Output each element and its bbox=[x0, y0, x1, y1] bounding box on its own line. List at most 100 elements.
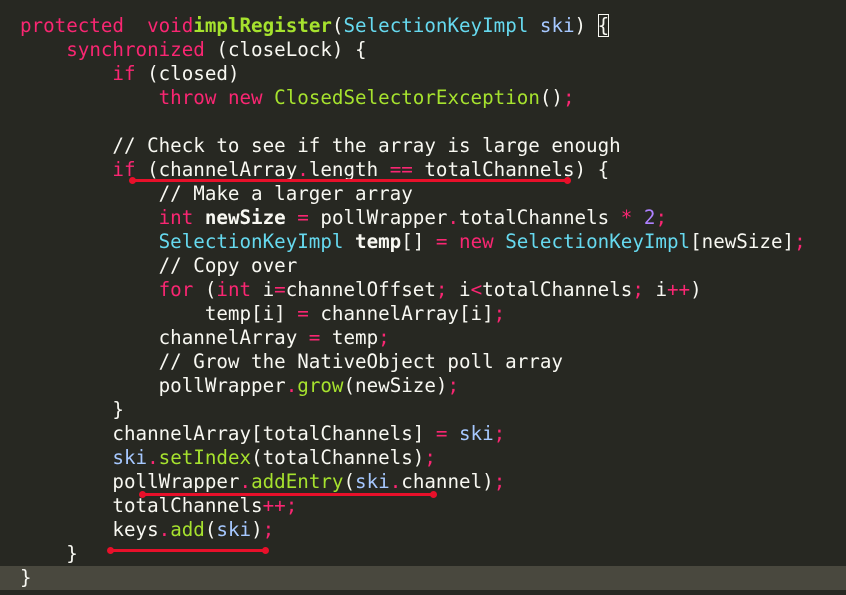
code-token: = bbox=[435, 230, 448, 253]
code-token: ski bbox=[539, 14, 575, 37]
code-line[interactable]: // Grow the NativeObject poll array bbox=[0, 350, 846, 374]
code-token: ; bbox=[424, 446, 436, 469]
code-token: SelectionKeyImpl bbox=[158, 230, 344, 253]
code-token: ski bbox=[355, 470, 390, 493]
code-token: () bbox=[539, 86, 563, 109]
code-line[interactable]: ski.setIndex(totalChannels); bbox=[0, 446, 846, 470]
code-line[interactable]: // Copy over bbox=[0, 254, 846, 278]
code-line[interactable]: } bbox=[0, 566, 846, 590]
code-token: ; bbox=[493, 302, 506, 325]
code-line[interactable]: totalChannels++; bbox=[0, 494, 846, 518]
code-token: (closed) bbox=[135, 62, 240, 85]
code-token: totalChannels bbox=[459, 206, 621, 229]
code-token: [] bbox=[401, 230, 436, 253]
code-token: ; bbox=[655, 206, 668, 229]
code-token: = bbox=[297, 302, 309, 325]
code-token: . bbox=[239, 470, 252, 493]
code-token: ++ bbox=[667, 278, 691, 301]
code-token: ski bbox=[216, 518, 252, 541]
code-token: 2 bbox=[643, 206, 656, 229]
code-line[interactable]: temp[i] = channelArray[i]; bbox=[0, 302, 846, 326]
code-token: channelArray bbox=[20, 326, 309, 349]
code-token: ski bbox=[112, 446, 148, 469]
code-token: protected bbox=[20, 14, 124, 37]
code-token: ; bbox=[794, 230, 806, 253]
code-line[interactable] bbox=[0, 110, 846, 134]
code-token: ( bbox=[343, 470, 356, 493]
code-line[interactable]: // Make a larger array bbox=[0, 182, 846, 206]
code-token: ; bbox=[493, 422, 506, 445]
code-token: ; bbox=[493, 470, 506, 493]
code-line[interactable]: pollWrapper.addEntry(ski.channel); bbox=[0, 470, 846, 494]
code-token: grow bbox=[297, 374, 344, 397]
code-token: = bbox=[274, 278, 286, 301]
code-token: new bbox=[227, 86, 263, 109]
code-token: ; bbox=[632, 278, 644, 301]
code-line[interactable]: // Check to see if the array is large en… bbox=[0, 134, 846, 158]
code-token: ) bbox=[690, 278, 702, 301]
code-token: pollWrapper bbox=[20, 470, 240, 493]
code-token: (closeLock) { bbox=[204, 38, 367, 61]
code-editor[interactable]: protected voidimplRegister(SelectionKeyI… bbox=[0, 0, 846, 595]
code-token: temp bbox=[320, 326, 379, 349]
code-token: totalChannels) { bbox=[412, 158, 610, 181]
code-token: // Check to see if the array is large en… bbox=[20, 134, 621, 157]
code-token: int bbox=[216, 278, 252, 301]
code-token: . bbox=[447, 206, 460, 229]
code-token: i bbox=[447, 278, 471, 301]
code-line[interactable]: if (closed) bbox=[0, 62, 846, 86]
code-token: ; bbox=[262, 518, 275, 541]
code-token: = bbox=[297, 206, 309, 229]
code-line[interactable]: keys.add(ski); bbox=[0, 518, 846, 542]
code-token: = bbox=[435, 422, 448, 445]
code-token: * bbox=[620, 206, 633, 229]
code-token: implRegister bbox=[193, 14, 332, 37]
code-token: ) bbox=[251, 518, 263, 541]
code-token: addEntry bbox=[251, 470, 344, 493]
code-token: pollWrapper bbox=[308, 206, 448, 229]
code-line[interactable]: synchronized (closeLock) { bbox=[0, 38, 846, 62]
code-token: throw bbox=[158, 86, 217, 109]
code-token: void bbox=[147, 14, 194, 37]
code-token: (totalChannels) bbox=[251, 446, 425, 469]
code-token: } bbox=[20, 566, 32, 589]
code-token: new bbox=[459, 230, 494, 253]
code-line[interactable]: channelArray[totalChannels] = ski; bbox=[0, 422, 846, 446]
code-line[interactable]: protected voidimplRegister(SelectionKeyI… bbox=[0, 14, 846, 38]
code-token: for bbox=[158, 278, 194, 301]
code-token: { bbox=[597, 14, 610, 37]
code-line[interactable]: for (int i=channelOffset; i<totalChannel… bbox=[0, 278, 846, 302]
code-token: i bbox=[251, 278, 275, 301]
code-token: add bbox=[170, 518, 205, 541]
code-token: temp[i] bbox=[20, 302, 298, 325]
code-token: channelArray[i] bbox=[308, 302, 494, 325]
code-token: temp bbox=[355, 230, 402, 253]
code-token: setIndex bbox=[158, 446, 252, 469]
code-token: SelectionKeyImpl bbox=[505, 230, 691, 253]
code-line[interactable]: channelArray = temp; bbox=[0, 326, 846, 350]
code-token: ( bbox=[331, 14, 344, 37]
code-token: channelOffset bbox=[285, 278, 436, 301]
code-line[interactable]: pollWrapper.grow(newSize); bbox=[0, 374, 846, 398]
underline-if-condition bbox=[129, 177, 571, 184]
code-line[interactable]: throw new ClosedSelectorException(); bbox=[0, 86, 846, 110]
code-token: } bbox=[20, 542, 78, 565]
code-token: channel) bbox=[401, 470, 494, 493]
code-token: . bbox=[389, 470, 402, 493]
code-token: } bbox=[20, 398, 124, 421]
code-line[interactable]: int newSize = pollWrapper.totalChannels … bbox=[0, 206, 846, 230]
code-line[interactable]: } bbox=[0, 398, 846, 422]
code-line[interactable]: } bbox=[0, 542, 846, 566]
code-token: totalChannels bbox=[482, 278, 633, 301]
code-line[interactable]: SelectionKeyImpl temp[] = new SelectionK… bbox=[0, 230, 846, 254]
